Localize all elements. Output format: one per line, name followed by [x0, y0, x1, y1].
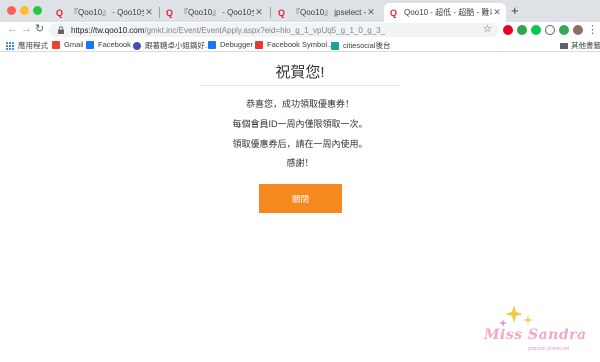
qoo10-favicon-icon: Q [56, 7, 64, 18]
bookmark-facebook-symbol[interactable]: Facebook Symbol... [255, 40, 333, 49]
apps-grid-icon [6, 41, 14, 50]
window-close-button[interactable] [7, 6, 16, 15]
blog-icon [133, 41, 141, 50]
url-path: /gmkt.inc/Event/EventApply.aspx?eid=hlo_… [144, 25, 386, 35]
folder-icon [560, 42, 568, 49]
browser-tab-strip: Q 『Qoo10』 - Qoo10全球直送美 ✕ Q 『Qoo10』 - Qoo… [0, 0, 600, 22]
browser-toolbar: ← → ↻ https://tw.qoo10.com /gmkt.inc/Eve… [0, 22, 600, 38]
bookmark-label: Facebook Symbol... [267, 40, 334, 49]
message-line-limit: 每個會員ID一周內僅限領取一次。 [232, 119, 368, 129]
modal-title: 祝賀您! [275, 64, 325, 81]
watermark-text: Miss Sandra [484, 327, 587, 343]
watermark-logo: Miss Sandra popcorn.pixnet.net [484, 301, 594, 357]
browser-tab-2[interactable]: Q 『Qoo10』 - Qoo10全球直送美 ✕ [160, 3, 268, 22]
bookmark-label: Gmail [64, 40, 84, 49]
bookmark-other[interactable]: 其他書籤 [560, 40, 600, 51]
address-bar[interactable]: https://tw.qoo10.com /gmkt.inc/Event/Eve… [49, 23, 498, 37]
line-extension-icon[interactable] [531, 25, 541, 35]
facebook-icon [86, 40, 94, 49]
bookmark-debugger[interactable]: Debugger [208, 40, 253, 49]
evernote-extension-icon[interactable] [517, 25, 527, 35]
watermark-url: popcorn.pixnet.net [528, 346, 570, 352]
tab-title: 『Qoo10』 - Qoo10全球直送美 [70, 8, 144, 17]
lock-icon [58, 26, 64, 34]
bookmark-label: 跟著糖卓小姐鐫好... [145, 41, 212, 50]
clock-extension-icon[interactable] [545, 25, 555, 35]
page-content: 祝賀您! 恭喜您，成功領取優惠券！ 每個會員ID一周內僅限領取一次。 領取優惠券… [0, 53, 600, 362]
close-button[interactable]: 關閉 [259, 184, 342, 213]
url-host: https://tw.qoo10.com [71, 25, 145, 35]
profile-avatar[interactable] [573, 25, 583, 35]
reload-icon[interactable]: ↻ [35, 23, 44, 36]
pinterest-extension-icon[interactable] [503, 25, 513, 35]
message-line-congrats: 恭喜您，成功領取優惠券！ [245, 99, 354, 109]
facebook-icon [208, 40, 216, 49]
qoo10-favicon-icon: Q [166, 7, 174, 18]
bookmark-apps[interactable]: 應用程式 [6, 40, 48, 51]
bookmark-citiesocial[interactable]: citiesocial後台 [331, 40, 391, 51]
gmail-icon [52, 40, 60, 49]
forward-arrow-icon[interactable]: → [21, 23, 32, 36]
qoo10-favicon-icon: Q [390, 7, 398, 18]
new-tab-button[interactable]: + [511, 4, 519, 18]
bookmarks-bar: 應用程式 Gmail Facebook 跟著糖卓小姐鐫好... Debugger… [0, 38, 600, 52]
qoo10-favicon-icon: Q [278, 7, 286, 18]
bookmark-label: Debugger [220, 40, 253, 49]
title-divider [200, 85, 400, 86]
symbol-icon [255, 40, 263, 49]
bookmark-label: Facebook [98, 40, 131, 49]
extension-icon[interactable] [559, 25, 569, 35]
back-arrow-icon[interactable]: ← [7, 23, 18, 36]
browser-tab-3[interactable]: Q 『Qoo10』 jpselect - 搜索結果 ✕ [272, 3, 380, 22]
tab-close-icon[interactable]: ✕ [366, 7, 376, 18]
bookmark-star-icon[interactable]: ☆ [483, 24, 492, 35]
message-line-usage: 領取優惠券后，請在一周內使用。 [232, 139, 368, 149]
tab-close-icon[interactable]: ✕ [144, 7, 154, 18]
tab-close-icon[interactable]: ✕ [492, 7, 502, 18]
window-minimize-button[interactable] [20, 6, 29, 15]
bookmark-label: citiesocial後台 [343, 41, 391, 50]
tab-title: 『Qoo10』 jpselect - 搜索結果 [292, 8, 366, 17]
message-line-thanks: 感謝！ [286, 158, 314, 168]
tab-close-icon[interactable]: ✕ [254, 7, 264, 18]
bookmark-label: 其他書籤 [571, 41, 600, 50]
tab-title: Qoo10 - 超低 - 超酷 - 難以置信的 [404, 8, 492, 17]
browser-tab-active[interactable]: Q Qoo10 - 超低 - 超酷 - 難以置信的 ✕ [384, 3, 506, 22]
bookmark-facebook[interactable]: Facebook [86, 40, 131, 49]
window-zoom-button[interactable] [33, 6, 42, 15]
bookmark-label: 應用程式 [18, 41, 48, 50]
citiesocial-icon [331, 41, 339, 50]
bookmark-blog[interactable]: 跟著糖卓小姐鐫好... [133, 40, 211, 51]
browser-tab-1[interactable]: Q 『Qoo10』 - Qoo10全球直送美 ✕ [50, 3, 158, 22]
browser-menu-icon[interactable]: ⋮ [587, 24, 598, 36]
tab-title: 『Qoo10』 - Qoo10全球直送美 [180, 8, 254, 17]
bookmark-gmail[interactable]: Gmail [52, 40, 84, 49]
